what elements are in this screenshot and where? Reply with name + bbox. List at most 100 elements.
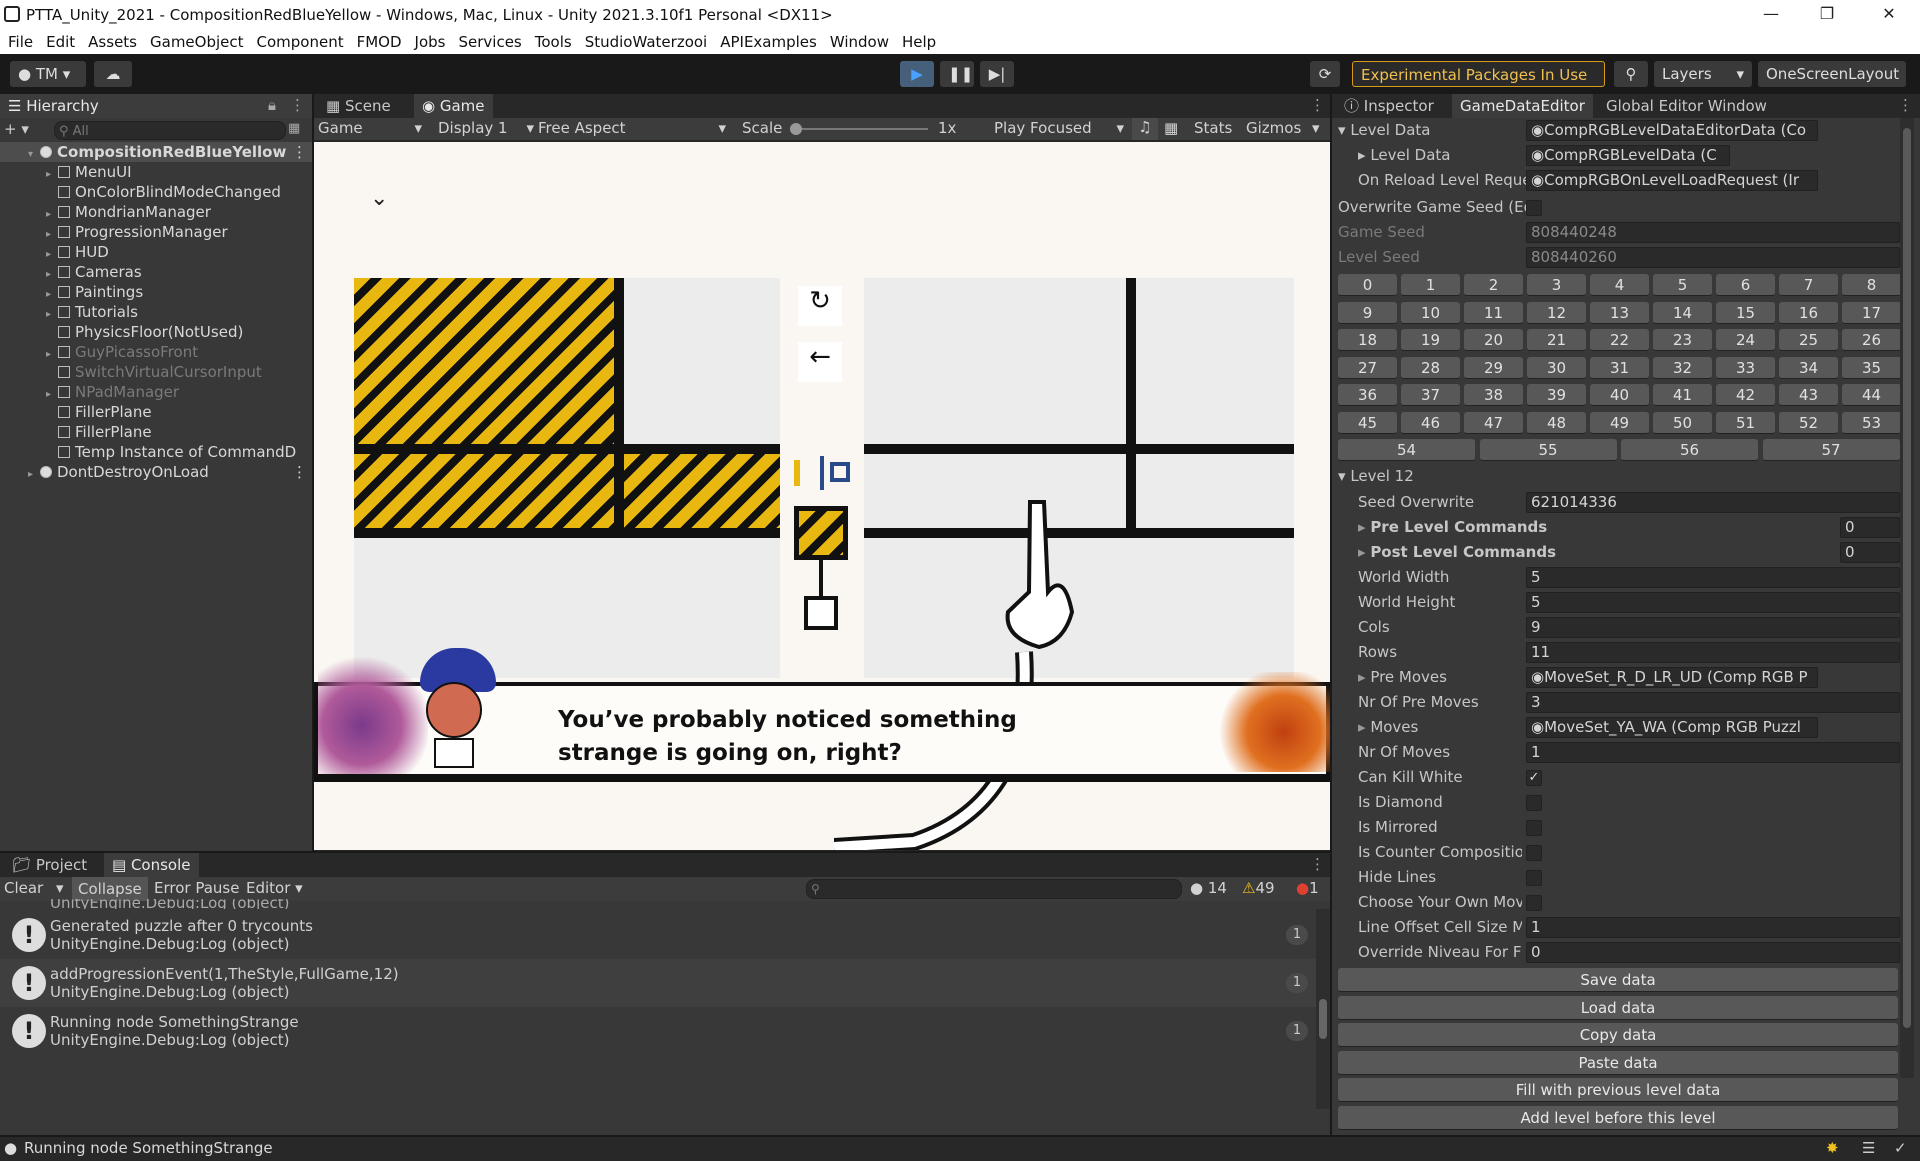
level-button[interactable]: 32	[1653, 356, 1712, 379]
level-button[interactable]: 31	[1590, 356, 1649, 379]
play-button[interactable]: ▶	[900, 61, 934, 87]
level-button[interactable]: 25	[1779, 329, 1838, 351]
menu-edit[interactable]: Edit	[46, 31, 75, 51]
error-count-toggle[interactable]: ●1	[1296, 879, 1319, 897]
debug-icon[interactable]: ✸	[1826, 1139, 1839, 1157]
menu-fmod[interactable]: FMOD	[357, 31, 402, 51]
level-button[interactable]: 4	[1590, 274, 1649, 296]
hierarchy-item[interactable]: ▸ MenuUI	[0, 162, 312, 182]
clear-dropdown-icon[interactable]: ▾	[56, 879, 64, 897]
field-foldout[interactable]: ▸ Pre Level Commands	[1358, 515, 1547, 540]
level-button[interactable]: 43	[1779, 384, 1838, 406]
console-scrollbar[interactable]	[1316, 909, 1330, 1109]
field-value-input[interactable]: ◉MoveSet_R_D_LR_UD (Comp RGB P	[1526, 667, 1818, 688]
hierarchy-item[interactable]: ▸ HUD	[0, 242, 312, 262]
hierarchy-item[interactable]: ▸ NPadManager	[0, 382, 312, 402]
level-data-inner-foldout[interactable]: ▸ Level Data	[1358, 143, 1451, 168]
tab-scene[interactable]: ▦ Scene	[318, 94, 399, 118]
tab-global-editor-window[interactable]: Global Editor Window	[1598, 94, 1775, 118]
level-button[interactable]: 46	[1401, 411, 1460, 434]
layout-dropdown[interactable]: OneScreenLayout▾	[1758, 61, 1906, 109]
hierarchy-item[interactable]: PhysicsFloor(NotUsed)	[0, 322, 312, 342]
field-foldout[interactable]: ▸ Moves	[1358, 715, 1418, 740]
stats-button[interactable]: Stats	[1194, 119, 1232, 137]
field-value-input[interactable]: 1	[1526, 917, 1900, 938]
minimize-icon[interactable]: —	[1744, 0, 1798, 30]
level-button[interactable]: 0	[1338, 274, 1397, 296]
level-button[interactable]: 24	[1716, 329, 1775, 351]
level-button[interactable]: 34	[1779, 356, 1838, 379]
level-button[interactable]: 1	[1401, 274, 1460, 296]
level-button[interactable]: 6	[1716, 274, 1775, 296]
level-button[interactable]: 45	[1338, 411, 1397, 434]
level-button[interactable]: 27	[1338, 356, 1397, 379]
clear-button[interactable]: Clear	[4, 879, 43, 897]
level-button[interactable]: 11	[1464, 301, 1523, 324]
tab-project[interactable]: 📁︎ Project	[4, 853, 95, 877]
menu-file[interactable]: File	[8, 31, 33, 51]
hierarchy-item[interactable]: OnColorBlindModeChanged	[0, 182, 312, 202]
layers-status-icon[interactable]: ☰	[1862, 1139, 1875, 1157]
tab-inspector[interactable]: ⓘ Inspector	[1336, 94, 1442, 118]
hierarchy-item[interactable]: SwitchVirtualCursorInput	[0, 362, 312, 382]
hierarchy-item[interactable]: FillerPlane	[0, 422, 312, 442]
level-button[interactable]: 5	[1653, 274, 1712, 296]
level-button[interactable]: 28	[1401, 356, 1460, 379]
level-button[interactable]: 33	[1716, 356, 1775, 379]
field-value-input[interactable]: 5	[1526, 592, 1900, 613]
arrow-left-icon[interactable]: ←	[798, 342, 842, 382]
step-button[interactable]: ▶|	[980, 61, 1014, 87]
inspector-scrollbar[interactable]	[1900, 118, 1914, 1078]
info-count-toggle[interactable]: ● 14	[1190, 879, 1227, 897]
account-button[interactable]: ● TM ▾	[10, 61, 86, 87]
menu-apiexamples[interactable]: APIExamples	[720, 31, 817, 51]
restore-icon[interactable]: ❐	[1800, 0, 1854, 30]
game-view[interactable]: ⌄ ↻ ← You’ve probably noticed something …	[314, 142, 1330, 850]
level-data-inner-object-field[interactable]: ◉CompRGBLevelData (C	[1526, 145, 1730, 166]
field-foldout[interactable]: ▸ Pre Moves	[1358, 665, 1447, 690]
level-button[interactable]: 53	[1842, 411, 1901, 434]
chevron-down-icon[interactable]: ⌄	[370, 186, 388, 211]
hierarchy-scene-row[interactable]: ▸ DontDestroyOnLoad ⋮	[0, 462, 312, 482]
collapse-button[interactable]: Collapse	[72, 877, 148, 901]
hierarchy-item[interactable]: ▸ GuyPicassoFront	[0, 342, 312, 362]
level-button[interactable]: 55	[1479, 439, 1617, 461]
menu-studiowaterzooi[interactable]: StudioWaterzooi	[585, 31, 708, 51]
more-icon[interactable]: ⋮	[1310, 96, 1325, 114]
level-button[interactable]: 30	[1527, 356, 1586, 379]
field-value-input[interactable]: 5	[1526, 567, 1900, 588]
tab-hierarchy[interactable]: ☰ Hierarchy	[0, 94, 312, 118]
field-value-input[interactable]: 1	[1526, 742, 1900, 763]
grid-icon[interactable]: ▦	[1164, 119, 1178, 137]
checkbox[interactable]	[1526, 870, 1542, 886]
field-foldout[interactable]: ▸ Post Level Commands	[1358, 540, 1556, 565]
expand-arrow-icon[interactable]: ▸	[28, 465, 40, 485]
level-button[interactable]: 26	[1842, 329, 1901, 351]
level-button[interactable]: 17	[1842, 301, 1901, 324]
error-pause-button[interactable]: Error Pause	[154, 879, 239, 897]
gizmos-dropdown-icon[interactable]: ▾	[1312, 119, 1320, 137]
tab-game[interactable]: ◉ Game	[414, 94, 493, 118]
more-icon[interactable]: ⋮	[290, 96, 305, 114]
play-focused-dropdown[interactable]: Play Focused ▾	[994, 119, 1128, 137]
level-button[interactable]: 3	[1527, 274, 1586, 296]
level-button[interactable]: 15	[1716, 301, 1775, 324]
level-button[interactable]: 57	[1762, 439, 1900, 461]
level-button[interactable]: 18	[1338, 329, 1397, 351]
console-search-input[interactable]: ⚲	[806, 879, 1182, 899]
level-button[interactable]: 41	[1653, 384, 1712, 406]
more-icon[interactable]: ⋮	[1898, 96, 1913, 114]
display-dropdown[interactable]: Display 1 ▾	[438, 119, 536, 137]
field-value-input[interactable]: 621014336	[1526, 492, 1900, 513]
level-data-foldout[interactable]: ▾ Level Data	[1338, 118, 1431, 143]
level-button[interactable]: 13	[1590, 301, 1649, 324]
level-button[interactable]: 38	[1464, 384, 1523, 406]
level-button[interactable]: 40	[1590, 384, 1649, 406]
level-button[interactable]: 51	[1716, 411, 1775, 434]
level-button[interactable]: 39	[1527, 384, 1586, 406]
hierarchy-item[interactable]: ▸ Cameras	[0, 262, 312, 282]
menu-assets[interactable]: Assets	[88, 31, 137, 51]
level-button[interactable]: 9	[1338, 301, 1397, 324]
hierarchy-item[interactable]: ▸ Paintings	[0, 282, 312, 302]
checkbox[interactable]	[1526, 820, 1542, 836]
